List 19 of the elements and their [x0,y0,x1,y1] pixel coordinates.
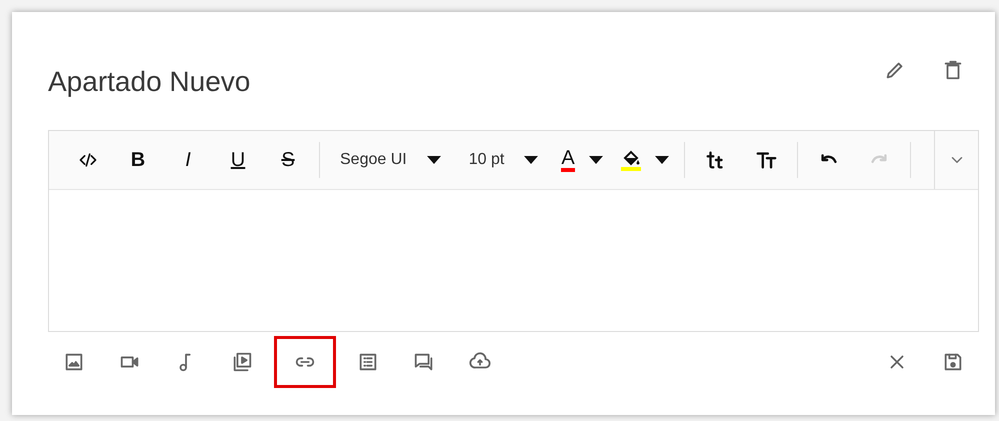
dropdown[interactable]: Segoe UI [332,142,449,178]
caret-icon [654,156,669,164]
list-icon [357,351,379,373]
font-color-button[interactable]: A [557,142,607,178]
dropdown[interactable]: 10 pt [460,142,546,178]
caret-icon [588,156,603,164]
caret-icon [426,156,441,164]
bold-button[interactable]: B [118,142,158,178]
caret-icon [524,156,538,164]
video-library-icon [231,351,253,373]
italic-button[interactable]: I [168,142,208,178]
link-button[interactable] [274,336,336,388]
underline-button[interactable]: U [218,142,258,178]
trash-icon [942,59,964,81]
image-icon [63,351,85,373]
section-title: Apartado Nuevo [48,66,250,98]
comments-icon [413,351,435,373]
strike-button[interactable]: S [268,142,308,178]
save-icon [942,351,964,373]
